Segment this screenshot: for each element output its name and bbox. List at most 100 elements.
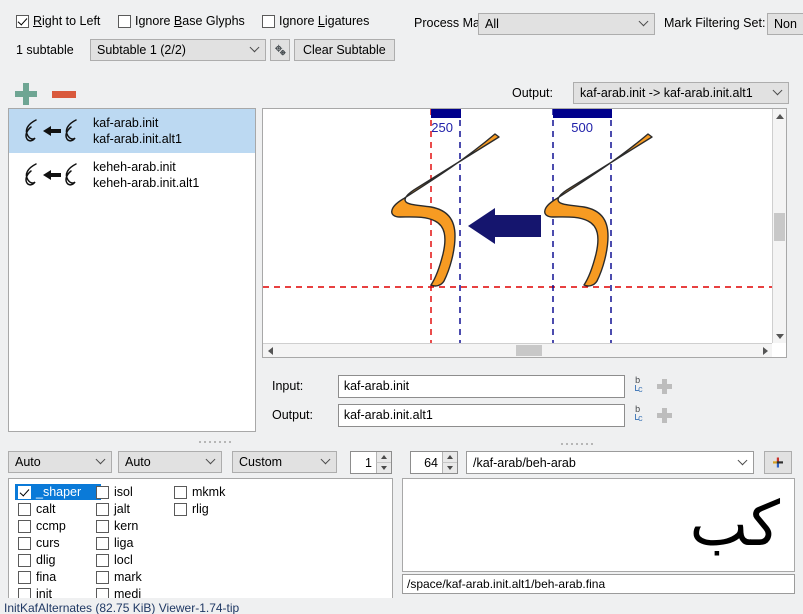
list-item-labels: keheh-arab.init keheh-arab.init.alt1	[93, 159, 199, 191]
splitter-handle-right[interactable]	[561, 443, 593, 445]
feature-item-rlig[interactable]: rlig	[171, 501, 257, 517]
font-size-increment[interactable]	[442, 452, 457, 462]
scroll-right-button[interactable]	[758, 344, 772, 358]
feature-item-ccmp[interactable]: ccmp	[15, 518, 101, 534]
feature-item-mkmk[interactable]: mkmk	[171, 484, 257, 500]
feature-item-mark[interactable]: mark	[93, 569, 179, 585]
feature-label: calt	[36, 502, 56, 516]
input-field[interactable]: kaf-arab.init	[337, 374, 626, 398]
feature-item-locl[interactable]: locl	[93, 552, 179, 568]
scroll-up-button[interactable]	[773, 109, 787, 123]
scroll-left-button[interactable]	[263, 344, 277, 358]
subtable-dropdown[interactable]: Subtable 1 (2/2)	[90, 39, 266, 61]
output-selector-value: kaf-arab.init -> kaf-arab.init.alt1	[580, 86, 753, 100]
feature-item-fina[interactable]: fina	[15, 569, 101, 585]
glyph-preview-panel[interactable]: 250 500	[262, 108, 787, 358]
plus-icon[interactable]	[657, 407, 672, 423]
substitution-list[interactable]: kaf-arab.init kaf-arab.init.alt1 keheh-a…	[8, 108, 256, 432]
feature-item-shaper[interactable]: _shaper	[15, 484, 101, 500]
feature-item-curs[interactable]: curs	[15, 535, 101, 551]
feature-checkbox[interactable]	[174, 485, 187, 499]
right-to-left-checkbox[interactable]: Right to Left	[16, 14, 100, 28]
font-size-value[interactable]: 64	[411, 452, 442, 473]
feature-index-decrement[interactable]	[376, 462, 391, 473]
language-dropdown[interactable]: Auto	[118, 451, 222, 473]
canvas-vertical-scrollbar[interactable]	[772, 109, 786, 343]
splitter-handle-left[interactable]	[199, 441, 231, 443]
feature-checkbox[interactable]	[96, 553, 109, 567]
chevron-down-icon	[772, 85, 783, 96]
feature-checkbox[interactable]	[18, 536, 31, 550]
canvas-horizontal-scrollbar[interactable]	[263, 343, 772, 357]
plus-icon[interactable]	[14, 82, 38, 106]
arabic-preview-text: كب	[689, 487, 780, 560]
output-selector-label: Output:	[512, 86, 553, 100]
scroll-down-button[interactable]	[773, 329, 787, 343]
feature-label: curs	[36, 536, 60, 550]
bc-glyph-icon[interactable]: bc	[633, 403, 649, 427]
ignore-ligatures-label: Ignore Ligatures	[279, 14, 370, 28]
feature-label: mark	[114, 570, 142, 584]
ignore-base-glyphs-checkbox[interactable]: Ignore Base Glyphs	[118, 14, 245, 28]
feature-checkbox[interactable]	[18, 570, 31, 584]
feature-index-value[interactable]: 1	[351, 452, 376, 473]
feature-checkbox[interactable]	[96, 570, 109, 584]
feature-checkbox[interactable]	[96, 485, 109, 499]
feature-column-3: mkmk rlig	[171, 484, 257, 518]
feature-checkbox[interactable]	[96, 536, 109, 550]
feature-checkbox[interactable]	[18, 553, 31, 567]
output-field[interactable]: kaf-arab.init.alt1	[337, 403, 626, 427]
add-glyph-button[interactable]	[764, 451, 792, 474]
mark-filtering-set-dropdown[interactable]: Non	[767, 13, 803, 35]
list-item[interactable]: kaf-arab.init kaf-arab.init.alt1	[9, 109, 255, 153]
feature-checkbox[interactable]	[18, 485, 31, 499]
plus-icon[interactable]	[657, 378, 672, 394]
list-item[interactable]: keheh-arab.init keheh-arab.init.alt1	[9, 153, 255, 197]
clear-subtable-button[interactable]: Clear Subtable	[294, 39, 395, 61]
process-marks-dropdown[interactable]: All	[478, 13, 655, 35]
glyph-preview-canvas[interactable]: 250 500	[263, 109, 772, 343]
feature-checkbox[interactable]	[96, 519, 109, 533]
feature-item-isol[interactable]: isol	[93, 484, 179, 500]
subtable-count-label: 1 subtable	[16, 43, 74, 57]
feature-index-increment[interactable]	[376, 452, 391, 462]
feature-item-liga[interactable]: liga	[93, 535, 179, 551]
glyph-path-readout: /space/kaf-arab.init.alt1/beh-arab.fina	[402, 574, 795, 594]
font-size-decrement[interactable]	[442, 462, 457, 473]
feature-item-dlig[interactable]: dlig	[15, 552, 101, 568]
text-preview-panel[interactable]: كب	[402, 478, 795, 572]
feature-checkbox[interactable]	[96, 502, 109, 516]
vertical-scroll-thumb[interactable]	[774, 213, 785, 241]
chevron-down-icon	[638, 16, 649, 27]
feature-item-jalt[interactable]: jalt	[93, 501, 179, 517]
direction-dropdown[interactable]: Custom	[232, 451, 337, 473]
feature-label: mkmk	[192, 485, 226, 499]
ignore-ligatures-checkbox[interactable]: Ignore Ligatures	[262, 14, 369, 28]
feature-index-stepper[interactable]: 1	[350, 451, 392, 474]
feature-column-2: isol jalt kern liga locl mark medi	[93, 484, 179, 599]
feature-item-calt[interactable]: calt	[15, 501, 101, 517]
feature-list[interactable]: _shaper calt ccmp curs dlig fina init is…	[8, 478, 393, 600]
feature-checkbox[interactable]	[174, 502, 187, 516]
bc-glyph-icon[interactable]: bc	[633, 374, 649, 398]
output-selector-dropdown[interactable]: kaf-arab.init -> kaf-arab.init.alt1	[573, 82, 789, 104]
feature-checkbox[interactable]	[18, 519, 31, 533]
font-size-stepper[interactable]: 64	[410, 451, 458, 474]
ignore-base-glyphs-checkbox-box[interactable]	[118, 14, 131, 28]
chevron-down-icon	[95, 454, 106, 465]
language-value: Auto	[125, 455, 151, 469]
feature-label: locl	[114, 553, 133, 567]
horizontal-scroll-thumb[interactable]	[516, 345, 542, 356]
subtable-value: Subtable 1 (2/2)	[97, 43, 186, 57]
script-dropdown[interactable]: Auto	[8, 451, 112, 473]
subtable-settings-button[interactable]	[270, 39, 290, 61]
feature-checkbox[interactable]	[18, 502, 31, 516]
minus-icon[interactable]	[52, 90, 76, 98]
feature-label: fina	[36, 570, 57, 584]
substitution-preview-icon	[15, 155, 87, 195]
ignore-ligatures-checkbox-box[interactable]	[262, 14, 275, 28]
right-to-left-checkbox-box[interactable]	[16, 14, 29, 28]
feature-label: ccmp	[36, 519, 66, 533]
feature-item-kern[interactable]: kern	[93, 518, 179, 534]
glyph-path-dropdown[interactable]: /kaf-arab/beh-arab	[466, 451, 754, 474]
